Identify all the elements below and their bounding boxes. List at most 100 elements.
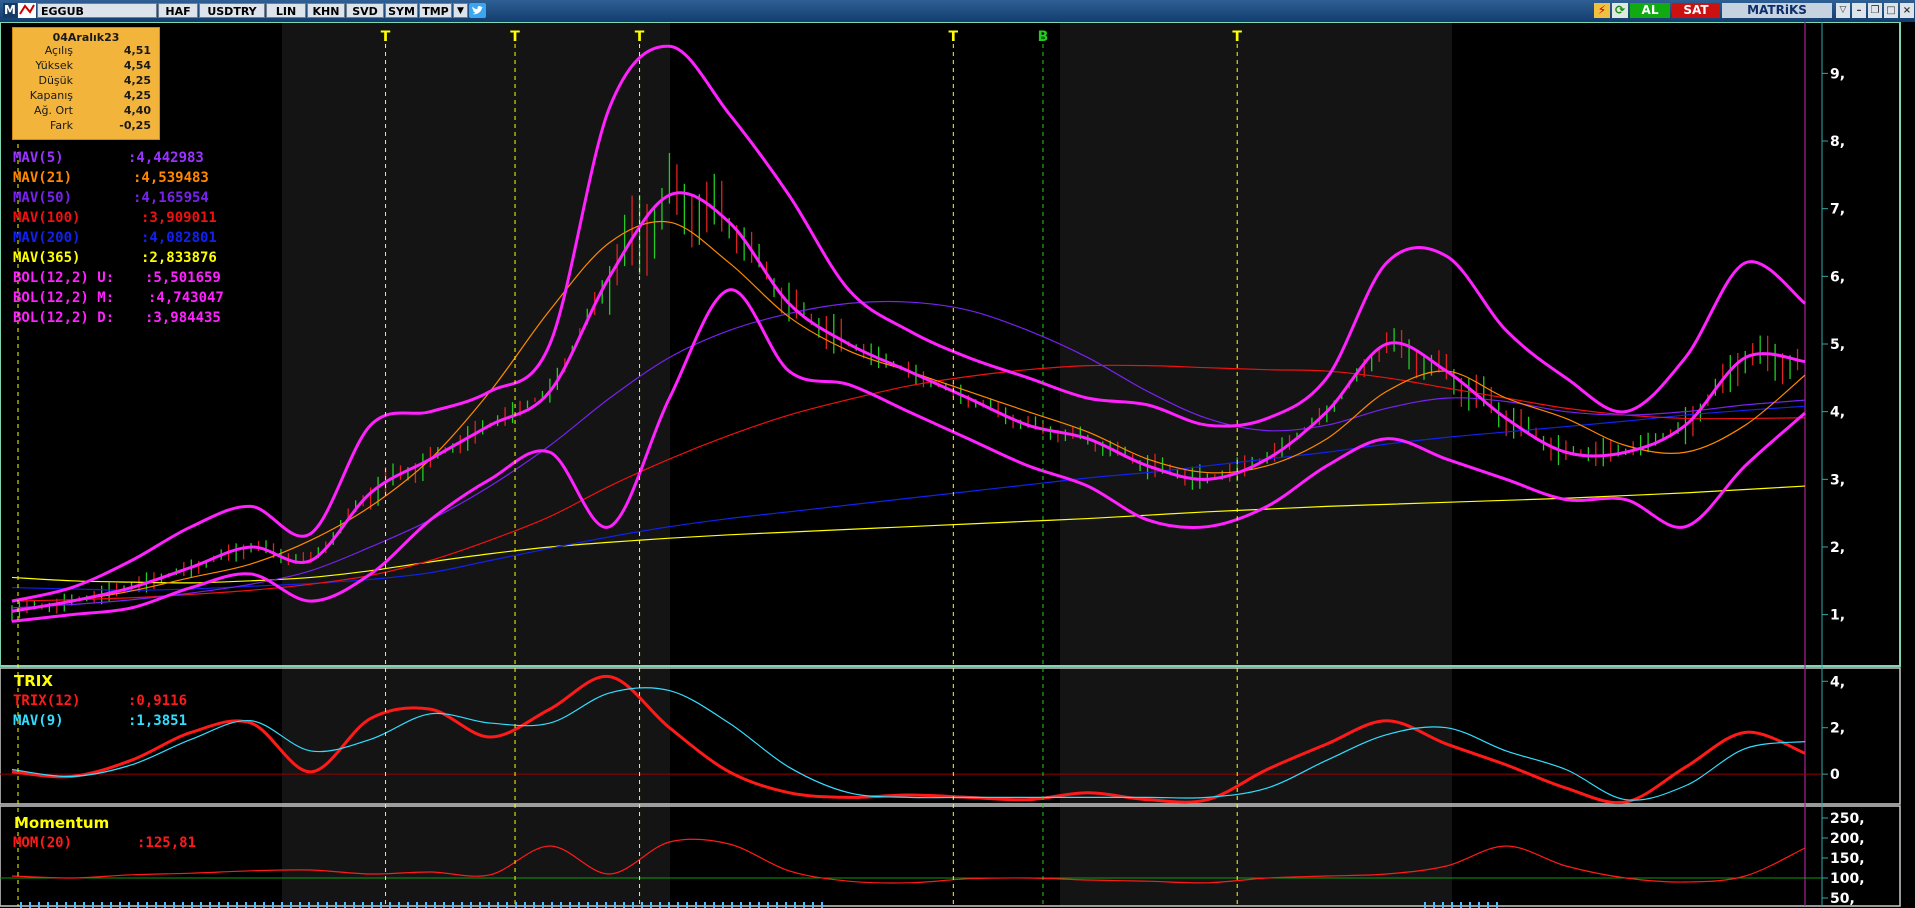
date-tick: [191, 902, 193, 908]
legend-value: :5,501659: [145, 270, 221, 286]
date-tick: [38, 902, 40, 908]
legend-mav365[interactable]: MAV(365) :2,833876: [13, 250, 217, 266]
date-tick: [245, 902, 247, 908]
date-tick: [596, 902, 598, 908]
legend-mav21[interactable]: MAV(21):4,539483: [13, 170, 209, 186]
dropdown-icon[interactable]: ▼: [453, 3, 468, 18]
buy-button[interactable]: AL: [1630, 3, 1670, 18]
toolbar-button-usdtry[interactable]: USDTRY: [199, 3, 265, 18]
info-row: Kapanış 4,25: [13, 89, 159, 104]
y-axis-label: 6,: [1830, 269, 1845, 285]
lightning-icon[interactable]: ⚡: [1594, 3, 1610, 18]
legend-mav5[interactable]: MAV(5):4,442983: [13, 150, 204, 166]
signal-label: B: [1038, 29, 1049, 45]
date-tick: [1442, 902, 1444, 908]
date-tick: [299, 902, 301, 908]
info-row: Açılış 4,51: [13, 44, 159, 59]
legend-value: :4,082801: [141, 230, 217, 246]
ohlc-info-box[interactable]: 04Aralık23 Açılış 4,51 Yüksek 4,54 Düşük 4,…: [12, 27, 160, 140]
legend-mav100[interactable]: MAV(100):3,909011: [13, 210, 217, 226]
signal-label: T: [1232, 29, 1242, 45]
date-tick: [308, 902, 310, 908]
date-tick: [605, 902, 607, 908]
toolbar-button-sym[interactable]: SYM: [385, 3, 418, 18]
date-tick: [569, 902, 571, 908]
legend-value: :4,165954: [133, 190, 209, 206]
restore-icon[interactable]: ❐: [1868, 3, 1882, 18]
close-icon[interactable]: ×: [1900, 3, 1914, 18]
date-tick: [515, 902, 517, 908]
toolbar-button-lin[interactable]: LIN: [266, 3, 306, 18]
legend-label: BOL(12,2) M:: [13, 290, 115, 306]
legend-value: :3,984435: [145, 310, 221, 326]
legend-value: :4,539483: [133, 170, 209, 186]
date-tick: [803, 902, 805, 908]
legend-value: :4,743047: [148, 290, 224, 306]
y-axis-label: 5,: [1830, 337, 1845, 353]
date-tick: [785, 902, 787, 908]
date-tick: [263, 902, 265, 908]
info-value: 4,25: [123, 89, 151, 102]
date-tick: [740, 902, 742, 908]
chart-canvas[interactable]: T T T T B T 1, 2, 3, 4, 5, 6, 7, 8, 9, 4, 2, 0 250, 200, 15…: [0, 22, 1915, 908]
series-line-mav-21-: [11, 220, 1806, 612]
y-axis-label: 2,: [1830, 540, 1845, 556]
date-tick: [668, 902, 670, 908]
legend-mav50[interactable]: MAV(50):4,165954: [13, 190, 209, 206]
legend-bol-lower[interactable]: BOL(12,2) D::3,984435: [13, 310, 221, 326]
series-line-bol-12-2-u: [11, 44, 1806, 603]
info-label: Düşük: [38, 74, 73, 87]
info-value: 4,54: [123, 59, 151, 72]
menu-button[interactable]: M: [3, 3, 17, 18]
date-tick: [218, 902, 220, 908]
info-label: Fark: [50, 119, 73, 132]
period-band: [282, 22, 670, 906]
maximize-icon[interactable]: □: [1884, 3, 1898, 18]
symbol-field[interactable]: EGGUB: [37, 3, 157, 18]
date-tick: [506, 902, 508, 908]
minimize-icon[interactable]: –: [1852, 3, 1866, 18]
legend-mom[interactable]: MOM(20):125,81: [13, 835, 196, 851]
legend-value: :0,9116: [128, 693, 188, 709]
date-tick: [56, 902, 58, 908]
momentum-panel-title: Momentum: [14, 814, 110, 832]
legend-bol-middle[interactable]: BOL(12,2) M: :4,743047: [13, 290, 224, 306]
info-label: Kapanış: [29, 89, 73, 102]
date-tick: [425, 902, 427, 908]
sell-button[interactable]: SAT: [1672, 3, 1720, 18]
date-tick: [353, 902, 355, 908]
toolbar-button-svd[interactable]: SVD: [346, 3, 384, 18]
date-tick: [470, 902, 472, 908]
toolbar-button-tmp[interactable]: TMP: [419, 3, 452, 18]
date-tick: [704, 902, 706, 908]
signal-label: T: [381, 29, 391, 45]
date-tick: [1424, 902, 1426, 908]
legend-label: MAV(365): [13, 250, 81, 266]
date-tick: [371, 902, 373, 908]
date-tick: [776, 902, 778, 908]
legend-trix-mav[interactable]: MAV(9):1,3851: [13, 713, 187, 729]
y-axis-label: 4,: [1830, 674, 1845, 690]
date-tick: [119, 902, 121, 908]
legend-trix[interactable]: TRIX(12):0,9116: [13, 693, 187, 709]
refresh-icon[interactable]: ⟳: [1612, 3, 1628, 18]
date-tick: [101, 902, 103, 908]
date-tick: [380, 902, 382, 908]
date-tick: [137, 902, 139, 908]
legend-bol-upper[interactable]: BOL(12,2) U::5,501659: [13, 270, 221, 286]
date-tick: [407, 902, 409, 908]
date-tick: [344, 902, 346, 908]
toolbar-button-haf[interactable]: HAF: [158, 3, 198, 18]
y-axis-label: 2,: [1830, 721, 1845, 737]
window-menu-icon[interactable]: ▽: [1836, 3, 1850, 18]
legend-value: :2,833876: [141, 250, 217, 266]
date-tick: [686, 902, 688, 908]
date-tick: [290, 902, 292, 908]
date-tick: [209, 902, 211, 908]
legend-mav200[interactable]: MAV(200):4,082801: [13, 230, 217, 246]
info-label: Ağ. Ort: [34, 104, 73, 117]
toolbar-button-khn[interactable]: KHN: [307, 3, 345, 18]
date-tick: [272, 902, 274, 908]
date-tick: [1487, 902, 1489, 908]
twitter-icon[interactable]: [469, 3, 486, 18]
